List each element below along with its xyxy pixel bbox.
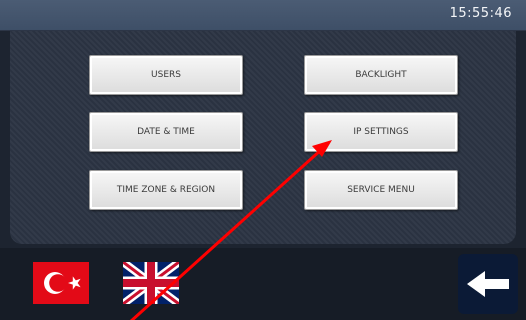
users-button[interactable]: USERS [89, 55, 243, 95]
service-menu-button[interactable]: SERVICE MENU [304, 170, 458, 210]
turkish-language-button[interactable] [33, 262, 89, 304]
turkish-flag-icon [33, 262, 89, 304]
status-bar: 15:55:46 [0, 0, 526, 31]
uk-flag-icon [123, 262, 179, 304]
date-time-button[interactable]: DATE & TIME [89, 112, 243, 152]
clock: 15:55:46 [449, 6, 512, 21]
device-screen: 15:55:46 USERS DATE & TIME TIME ZONE & R… [0, 0, 526, 320]
back-button[interactable] [458, 254, 518, 314]
time-zone-region-button[interactable]: TIME ZONE & REGION [89, 170, 243, 210]
left-arrow-icon [467, 271, 509, 297]
english-language-button[interactable] [123, 262, 179, 304]
backlight-button[interactable]: BACKLIGHT [304, 55, 458, 95]
ip-settings-button[interactable]: IP SETTINGS [304, 112, 458, 152]
